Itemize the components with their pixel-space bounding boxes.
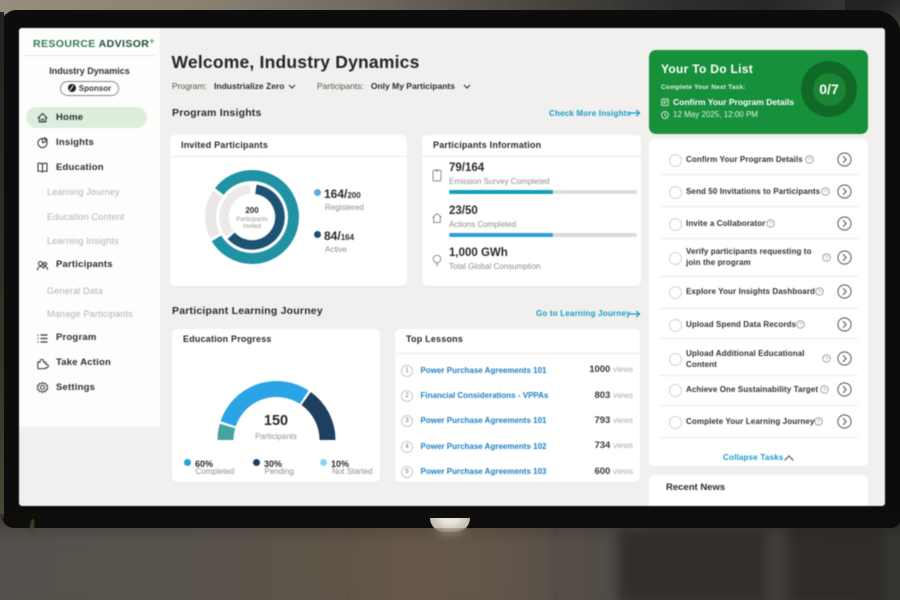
svg-text:?: ?	[825, 356, 828, 362]
svg-text:?: ?	[808, 157, 811, 163]
svg-text:?: ?	[817, 419, 820, 425]
svg-text:?: ?	[799, 322, 802, 328]
svg-text:?: ?	[818, 289, 821, 295]
svg-text:?: ?	[824, 189, 827, 195]
svg-text:?: ?	[825, 255, 828, 261]
svg-text:?: ?	[823, 387, 826, 393]
svg-text:?: ?	[769, 221, 772, 227]
